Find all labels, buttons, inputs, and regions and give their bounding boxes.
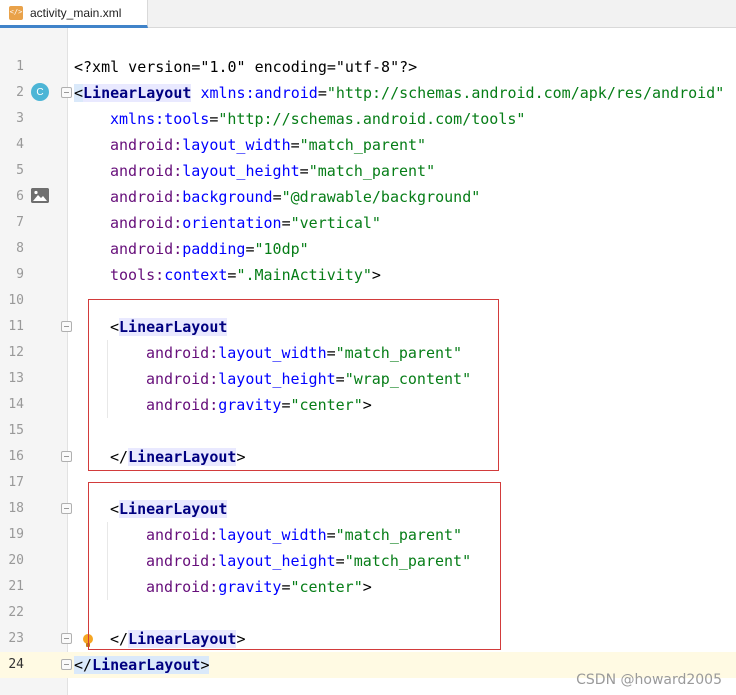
editor-tab-bar: </> activity_main.xml <box>0 0 736 28</box>
tag-name: LinearLayout <box>83 84 192 102</box>
class-c-icon[interactable]: C <box>31 83 49 101</box>
code-text: android:layout_height="match_parent" <box>110 162 436 180</box>
line-number: 10 <box>8 293 24 308</box>
class-badge-label: C <box>36 86 44 98</box>
code-line[interactable]: 7 android:orientation="vertical" <box>0 210 736 236</box>
watermark: CSDN @howard2005 <box>576 672 722 688</box>
code-line[interactable]: 4 android:layout_width="match_parent" <box>0 132 736 158</box>
attr-value: "match_parent" <box>308 162 436 180</box>
line-number: 15 <box>8 423 24 438</box>
line-number: 13 <box>8 371 24 386</box>
xml-file-icon: </> <box>9 5 23 20</box>
code-text: android:padding="10dp" <box>110 240 309 258</box>
code-text: </LinearLayout> <box>74 656 210 674</box>
attr-name: background <box>182 188 273 206</box>
code-line[interactable]: 6 android:background="@drawable/backgrou… <box>0 184 736 210</box>
attr-name: orientation <box>182 214 282 232</box>
line-number: 18 <box>8 501 24 516</box>
code-line[interactable]: 5 android:layout_height="match_parent" <box>0 158 736 184</box>
fold-toggle-icon[interactable] <box>61 633 72 644</box>
line-number: 22 <box>8 605 24 620</box>
code-text: tools:context=".MainActivity"> <box>110 266 381 284</box>
line-number: 19 <box>8 527 24 542</box>
line-number: 5 <box>16 163 24 178</box>
line-number: 14 <box>8 397 24 412</box>
code-text: android:orientation="vertical" <box>110 214 381 232</box>
line-number: 21 <box>8 579 24 594</box>
line-number: 17 <box>8 475 24 490</box>
line-number: 16 <box>8 449 24 464</box>
attr-value: "http://schemas.android.com/tools" <box>218 110 526 128</box>
fold-toggle-icon[interactable] <box>61 87 72 98</box>
line-number: 24 <box>8 657 24 672</box>
attr-name: layout_width <box>182 136 291 154</box>
attr-value: "match_parent" <box>299 136 427 154</box>
attr-name: layout_height <box>182 162 300 180</box>
line-number: 1 <box>16 59 24 74</box>
tab-label: activity_main.xml <box>30 5 122 20</box>
gutter-top <box>0 28 68 54</box>
attr-prefix: android: <box>110 214 183 232</box>
code-text: <LinearLayout xmlns:android="http://sche… <box>74 84 725 102</box>
attr-value: ".MainActivity" <box>236 266 372 284</box>
code-line[interactable]: 2 <LinearLayout xmlns:android="http://sc… <box>0 80 736 106</box>
tag-name: LinearLayout <box>92 656 201 674</box>
annotation-box-2 <box>88 482 501 650</box>
attr-name: xmlns:tools <box>110 110 210 128</box>
line-number: 12 <box>8 345 24 360</box>
code-text: android:layout_width="match_parent" <box>110 136 427 154</box>
attr-prefix: android: <box>110 136 183 154</box>
line-number: 23 <box>8 631 24 646</box>
attr-name: context <box>164 266 228 284</box>
fold-toggle-icon[interactable] <box>61 659 72 670</box>
annotation-box-1 <box>88 299 499 471</box>
attr-value: "@drawable/background" <box>281 188 481 206</box>
line-number: 3 <box>16 111 24 126</box>
code-text: <?xml version="1.0" encoding="utf-8"?> <box>74 58 418 76</box>
line-number: 4 <box>16 137 24 152</box>
code-line[interactable]: 9 tools:context=".MainActivity"> <box>0 262 736 288</box>
line-number: 7 <box>16 215 24 230</box>
line-number: 9 <box>16 267 24 282</box>
code-line[interactable]: 1 <?xml version="1.0" encoding="utf-8"?> <box>0 54 736 80</box>
line-number: 6 <box>16 189 24 204</box>
code-line[interactable]: 3 xmlns:tools="http://schemas.android.co… <box>0 106 736 132</box>
fold-toggle-icon[interactable] <box>61 503 72 514</box>
tab-activity-main[interactable]: </> activity_main.xml <box>0 0 148 28</box>
code-line[interactable]: 8 android:padding="10dp" <box>0 236 736 262</box>
code-text: xmlns:tools="http://schemas.android.com/… <box>110 110 526 128</box>
line-number: 11 <box>8 319 24 334</box>
code-text: android:background="@drawable/background… <box>110 188 481 206</box>
attr-value: "vertical" <box>290 214 381 232</box>
fold-toggle-icon[interactable] <box>61 321 72 332</box>
attr-name: padding <box>182 240 246 258</box>
attr-prefix: tools: <box>110 266 165 284</box>
line-number: 8 <box>16 241 24 256</box>
attr-prefix: android: <box>110 162 183 180</box>
attr-name: xmlns:android <box>200 84 318 102</box>
attr-value: "http://schemas.android.com/apk/res/andr… <box>326 84 725 102</box>
line-number: 2 <box>16 85 24 100</box>
fold-toggle-icon[interactable] <box>61 451 72 462</box>
image-preview-icon[interactable] <box>31 188 49 203</box>
attr-prefix: android: <box>110 188 183 206</box>
attr-prefix: android: <box>110 240 183 258</box>
attr-value: "10dp" <box>254 240 309 258</box>
line-number: 20 <box>8 553 24 568</box>
